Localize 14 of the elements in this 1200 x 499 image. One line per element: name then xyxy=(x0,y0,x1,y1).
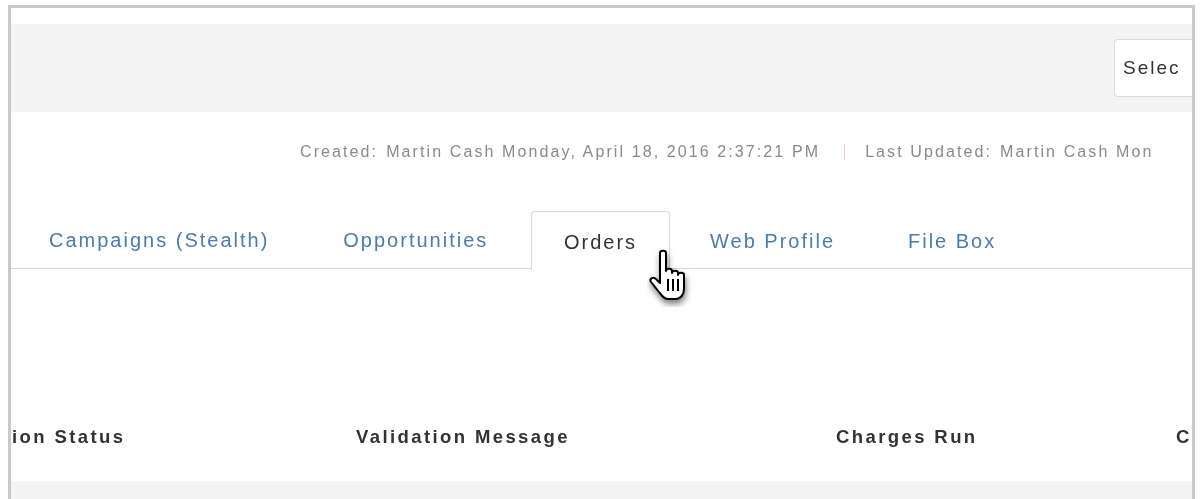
audit-label: Created: xyxy=(300,143,379,161)
tab[interactable]: Web Profile xyxy=(709,212,836,270)
audit-value: Martin Cash Mon xyxy=(1000,143,1154,161)
tab[interactable]: File Box xyxy=(907,212,998,270)
column-header: Validation Message xyxy=(356,426,570,447)
select-field[interactable]: Selec xyxy=(1114,39,1192,97)
audit-value: Martin Cash Monday, April 18, 2016 2:37:21 PM xyxy=(386,143,821,161)
tab[interactable]: Campaigns (Stealth) xyxy=(48,211,271,269)
audit-label: Last Updated: xyxy=(865,143,993,161)
tab[interactable]: Opportunities xyxy=(342,211,490,269)
column-header: ion Status xyxy=(12,426,126,447)
column-header: C xyxy=(1176,426,1190,447)
column-header: Charges Run xyxy=(836,426,978,447)
tab[interactable]: Orders xyxy=(531,211,670,270)
